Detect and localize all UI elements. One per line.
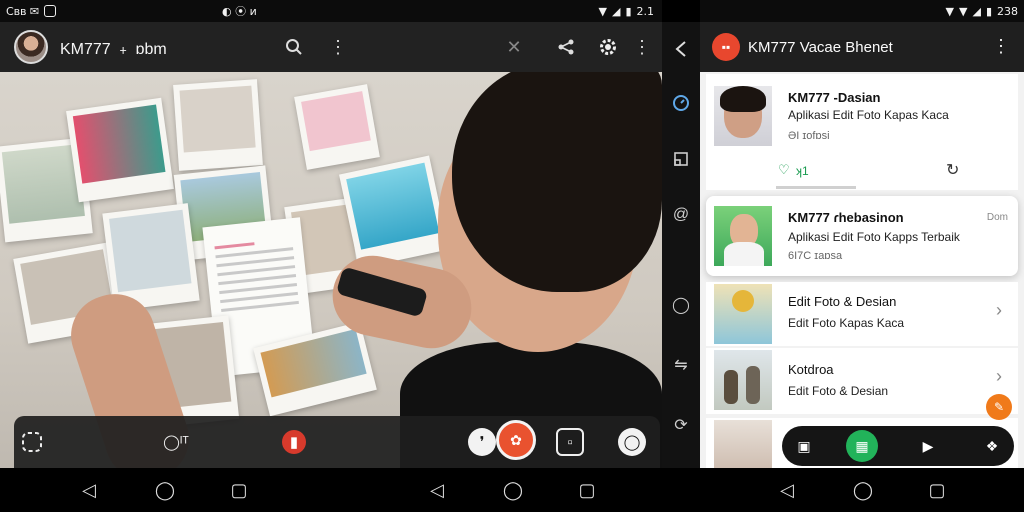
avatar[interactable] xyxy=(14,30,48,64)
back-nav-icon[interactable]: ◁ xyxy=(76,477,102,503)
back-nav-icon[interactable]: ◁ xyxy=(774,477,800,503)
nav-bar-right: ◁ ◯ ▢ xyxy=(662,468,1024,512)
camera-viewfinder[interactable] xyxy=(0,62,662,468)
gallery-top-bar: ▪▪ KM777 Vacae Bhenet ⋮ xyxy=(700,22,1024,72)
crop-icon[interactable] xyxy=(668,146,694,172)
list-item[interactable]: Edit Foto & Desian Edit Foto Kapas Kaca … xyxy=(706,282,1018,346)
item-thumbnail xyxy=(714,420,772,468)
list-item[interactable]: KM777 ɾhebasinon Aplikasi Edit Foto Kapp… xyxy=(706,196,1018,276)
more-vert-icon[interactable]: ⋮ xyxy=(628,33,656,61)
item-thumbnail xyxy=(714,284,772,344)
camera-bottom-controls: ◯ᴵᵀ ▮ ❜ ✿ ▫ ◯ xyxy=(14,416,660,468)
people-icon[interactable]: ❖ xyxy=(978,432,1006,460)
item-tag: Dom xyxy=(986,212,1008,223)
back-arrow-icon[interactable] xyxy=(668,36,694,62)
side-rail: @ ◯ ⇋ ⟳ xyxy=(662,22,700,468)
status-right-group: ▼ ◢ ▮ 2.1 xyxy=(599,5,655,18)
list-item[interactable]: KM777 -Dasian Aplikasi Edit Foto Kapas K… xyxy=(706,74,1018,190)
more-vert-icon[interactable]: ⋮ xyxy=(324,33,352,61)
camera-title: KM777 ﹢ ɒbm xyxy=(60,41,167,58)
notification-icons: Cʙʙ ✉ xyxy=(6,4,40,18)
bottom-dock: ▣ ▦ ▶ ❖ xyxy=(782,426,1014,466)
item-subtitle: Edit Foto Kapas Kaca xyxy=(788,316,905,330)
item-title: KM777 -Dasian xyxy=(788,90,881,105)
photos-icon[interactable]: ▦ xyxy=(846,430,878,462)
status-right-icons: ▼ ▼ ◢ ▮ 238 xyxy=(946,5,1018,18)
item-thumbnail xyxy=(714,206,772,266)
progress-track xyxy=(776,186,856,189)
clock: 238 xyxy=(997,4,1018,18)
recents-nav-icon[interactable]: ▢ xyxy=(226,477,252,503)
home-nav-icon[interactable]: ◯ xyxy=(850,477,876,503)
compass-icon[interactable] xyxy=(668,90,694,116)
signal-icon: ◢ xyxy=(972,4,981,18)
item-subtitle: Aplikasi Edit Foto Kapas Kaca xyxy=(788,108,949,122)
face-detect-icon[interactable] xyxy=(18,428,46,456)
camera-icons-right: ✕ ⋮ xyxy=(500,22,656,72)
item-meta: ƏI ɪofɒsi xyxy=(788,130,830,142)
item-subtitle: Edit Foto & Desian xyxy=(788,384,889,398)
more-vert-icon[interactable]: ⋮ xyxy=(992,36,1010,57)
item-meta: 6I7C ɪaɒsa xyxy=(788,250,843,262)
signal-icon: ◢ xyxy=(611,4,621,18)
camera-top-bar: KM777 ﹢ ɒbm ⋮ ✕ ⋮ xyxy=(0,22,662,72)
compose-fab[interactable]: ✎ xyxy=(986,394,1012,420)
home-nav-icon[interactable]: ◯ xyxy=(500,477,526,503)
album-icon[interactable]: ▣ xyxy=(790,432,818,460)
app-logo-icon[interactable]: ▪▪ xyxy=(712,33,740,61)
chevron-right-icon[interactable]: › xyxy=(996,300,1002,321)
gear-icon[interactable] xyxy=(594,33,622,61)
back-nav-icon[interactable]: ◁ xyxy=(424,477,450,503)
play-icon[interactable]: ▶ xyxy=(914,432,942,460)
at-icon[interactable]: @ xyxy=(668,202,694,228)
item-thumbnail xyxy=(714,86,772,146)
status-bar-right: ▼ ▼ ◢ ▮ 238 xyxy=(700,0,1024,22)
person xyxy=(0,62,662,468)
like-icon[interactable]: ♡ xyxy=(778,162,790,178)
wifi-icon: ▼ xyxy=(598,4,607,18)
sync-icon[interactable]: ⟳ xyxy=(668,412,694,438)
status-bar-left: Cʙʙ ✉ ◐ ⦿ ᴎ ▼ ◢ ▮ 2.1 xyxy=(0,0,662,22)
status-right-text: 2.1 xyxy=(636,4,655,18)
circle-icon[interactable]: ◯ xyxy=(668,292,694,318)
nav-bar-left: ◁ ◯ ▢ ◁ ◯ ▢ xyxy=(0,468,662,512)
app-badge-icon xyxy=(44,5,57,17)
recents-nav-icon[interactable]: ▢ xyxy=(924,477,950,503)
adjust-icon[interactable]: ⇋ xyxy=(668,352,694,378)
gallery-preview-button[interactable]: ▫ xyxy=(556,428,584,456)
item-title: Kotdroa xyxy=(788,362,834,377)
wifi-icon: ▼ xyxy=(945,4,954,18)
chevron-right-icon[interactable]: › xyxy=(996,366,1002,387)
battery-icon: ▮ xyxy=(625,4,632,18)
split-screen: Cʙʙ ✉ ◐ ⦿ ᴎ ▼ ◢ ▮ 2.1 ▼ ▼ ◢ ▮ 238 KM777 … xyxy=(0,0,1024,512)
gallery-app: ▪▪ KM777 Vacae Bhenet ⋮ KM777 -Dasian Ap… xyxy=(700,22,1024,468)
item-title: Edit Foto & Desian xyxy=(788,294,897,309)
flash-off-icon[interactable]: ✕ xyxy=(500,33,528,61)
item-title: KM777 ɾhebasinon xyxy=(788,210,904,225)
wifi-icon-2: ▼ xyxy=(959,4,968,18)
switch-camera-button[interactable]: ◯ xyxy=(618,428,646,456)
share-icon[interactable] xyxy=(552,33,580,61)
like-count: ʞ1 xyxy=(796,164,809,178)
camera-app: KM777 ﹢ ɒbm ⋮ ✕ ⋮ ◯ᴵᵀ ▮ ❜ ✿ ▫ ◯ xyxy=(0,22,662,468)
recents-nav-icon[interactable]: ▢ xyxy=(574,477,600,503)
status-left-group: Cʙʙ ✉ xyxy=(6,4,57,18)
list-item[interactable]: Kotdroa Edit Foto & Desian › xyxy=(706,348,1018,414)
camera-icons-mid: ⋮ xyxy=(280,22,352,72)
item-subtitle: Aplikasi Edit Foto Kapps Terbaik xyxy=(788,230,960,244)
record-button[interactable]: ▮ xyxy=(282,430,306,454)
search-icon[interactable] xyxy=(280,33,308,61)
refresh-icon[interactable]: ↻ xyxy=(946,160,959,180)
filter-button[interactable]: ❜ xyxy=(468,428,496,456)
shutter-button[interactable]: ✿ xyxy=(496,420,536,460)
item-thumbnail xyxy=(714,350,772,410)
timer-icon[interactable]: ◯ᴵᵀ xyxy=(148,428,204,456)
status-mid-icons: ◐ ⦿ ᴎ xyxy=(222,5,257,18)
home-nav-icon[interactable]: ◯ xyxy=(152,477,178,503)
battery-icon: ▮ xyxy=(985,4,992,18)
gallery-title: KM777 Vacae Bhenet xyxy=(748,38,893,56)
